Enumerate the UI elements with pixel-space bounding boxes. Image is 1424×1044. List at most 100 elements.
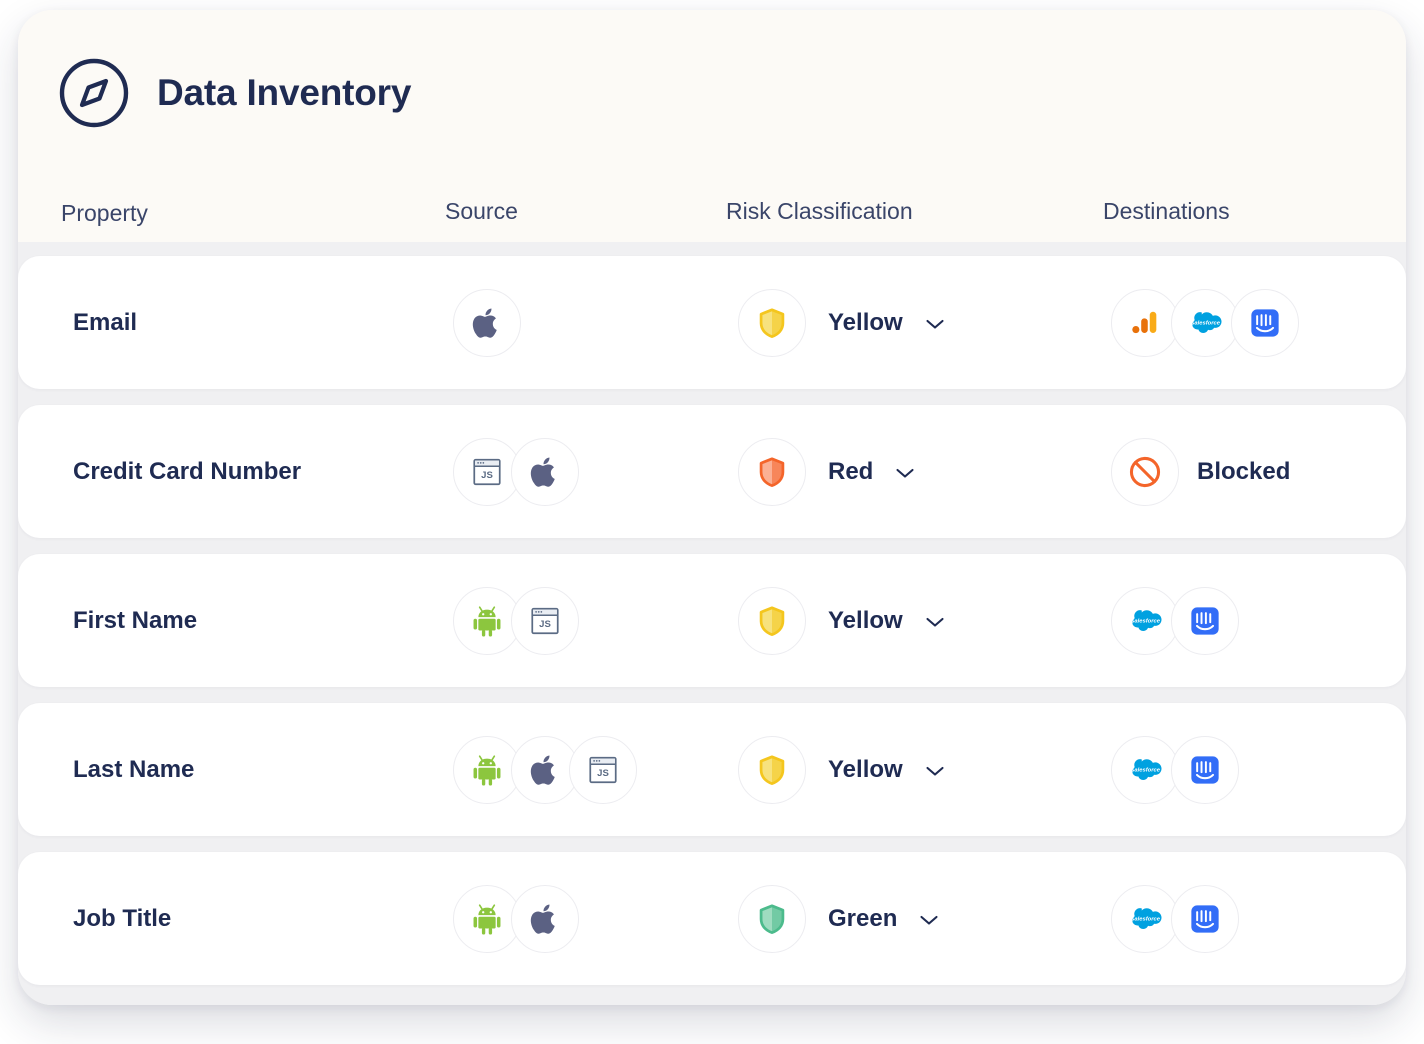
destinations-wrap: salesforce	[1111, 586, 1239, 655]
js-browser-icon: JS	[525, 601, 565, 641]
risk-classification-cell[interactable]: Yellow	[738, 703, 945, 836]
risk-classification-cell[interactable]: Yellow	[738, 554, 945, 687]
destination-intercom-chip[interactable]	[1171, 884, 1239, 953]
destinations-wrap: salesforce	[1111, 288, 1299, 357]
chevron-down-icon[interactable]	[895, 466, 915, 478]
destination-salesforce-chip[interactable]: salesforce	[1171, 288, 1239, 357]
source-apple-chip[interactable]	[511, 884, 579, 953]
column-header-risk: Risk Classification	[726, 198, 913, 224]
svg-text:salesforce: salesforce	[1131, 618, 1161, 624]
intercom-icon	[1245, 303, 1285, 343]
destination-icon-group: salesforce	[1111, 735, 1239, 804]
svg-text:salesforce: salesforce	[1131, 767, 1161, 773]
table-row[interactable]: First Name JS Yellow salesforce	[18, 554, 1406, 687]
column-header-source: Source	[445, 198, 518, 224]
source-icon-group	[453, 288, 521, 357]
intercom-icon	[1185, 750, 1225, 790]
table-row[interactable]: Email Yellow salesforce	[18, 256, 1406, 389]
chevron-down-icon[interactable]	[925, 764, 945, 776]
destinations-cell: salesforce	[1111, 852, 1239, 985]
google-analytics-icon	[1126, 304, 1164, 342]
risk-dropdown[interactable]: Yellow	[738, 288, 945, 357]
card-header: Data Inventory Property Source Risk Clas…	[18, 10, 1406, 258]
intercom-icon	[1185, 601, 1225, 641]
property-cell: Last Name	[73, 703, 194, 836]
destination-intercom-chip[interactable]	[1231, 288, 1299, 357]
risk-level-label: Yellow	[828, 755, 903, 783]
property-label: Credit Card Number	[73, 457, 302, 485]
risk-shield-chip	[738, 735, 806, 804]
table-row[interactable]: Credit Card Number JS Red Blocked	[18, 405, 1406, 538]
blocked-chip	[1111, 437, 1179, 506]
screenshot-stage: Data Inventory Property Source Risk Clas…	[0, 0, 1424, 1044]
column-header-property: Property	[61, 200, 148, 226]
risk-dropdown[interactable]: Yellow	[738, 735, 945, 804]
svg-text:JS: JS	[597, 768, 609, 779]
risk-shield-chip	[738, 884, 806, 953]
svg-text:JS: JS	[481, 470, 493, 481]
source-cell: JS	[453, 405, 579, 538]
svg-text:JS: JS	[539, 619, 551, 630]
risk-shield-chip	[738, 437, 806, 506]
data-inventory-card: Data Inventory Property Source Risk Clas…	[18, 10, 1406, 1005]
risk-classification-cell[interactable]: Green	[738, 852, 939, 985]
destination-intercom-chip[interactable]	[1171, 586, 1239, 655]
table-row[interactable]: Last Name JS Yellow salesforce	[18, 703, 1406, 836]
destinations-wrap: salesforce	[1111, 884, 1239, 953]
source-cell: JS	[453, 554, 579, 687]
shield-yellow-icon	[752, 303, 792, 343]
source-js-browser-chip[interactable]: JS	[511, 586, 579, 655]
android-icon	[468, 751, 506, 789]
destination-salesforce-chip[interactable]: salesforce	[1111, 884, 1179, 953]
title-row: Data Inventory	[57, 56, 411, 130]
js-browser-icon: JS	[467, 452, 507, 492]
android-icon	[468, 602, 506, 640]
shield-green-icon	[752, 899, 792, 939]
destination-icon-group: salesforce	[1111, 586, 1239, 655]
inventory-rows: Email Yellow salesforce Credit Card Number J…	[18, 242, 1406, 1005]
property-label: Job Title	[73, 904, 172, 932]
risk-dropdown[interactable]: Green	[738, 884, 939, 953]
js-browser-icon: JS	[583, 750, 623, 790]
apple-icon	[467, 303, 507, 343]
source-js-browser-chip[interactable]: JS	[569, 735, 637, 804]
destination-icon-group: salesforce	[1111, 288, 1299, 357]
destination-salesforce-chip[interactable]: salesforce	[1111, 735, 1179, 804]
property-label: First Name	[73, 606, 198, 634]
risk-shield-chip	[738, 288, 806, 357]
risk-dropdown[interactable]: Yellow	[738, 586, 945, 655]
property-cell: Credit Card Number	[73, 405, 301, 538]
destination-google-analytics-chip[interactable]	[1111, 288, 1179, 357]
chevron-down-icon[interactable]	[925, 615, 945, 627]
compass-icon	[57, 56, 131, 130]
blocked-icon	[1124, 451, 1166, 493]
risk-level-label: Red	[828, 457, 874, 485]
risk-dropdown[interactable]: Red	[738, 437, 915, 506]
destinations-cell: salesforce	[1111, 703, 1239, 836]
blocked-label: Blocked	[1197, 457, 1291, 485]
destinations-wrap: Blocked	[1111, 437, 1291, 506]
salesforce-icon: salesforce	[1124, 898, 1166, 940]
property-label: Email	[73, 308, 138, 336]
destination-salesforce-chip[interactable]: salesforce	[1111, 586, 1179, 655]
destination-icon-group: salesforce	[1111, 884, 1239, 953]
source-apple-chip[interactable]	[511, 437, 579, 506]
risk-classification-cell[interactable]: Red	[738, 405, 915, 538]
risk-classification-cell[interactable]: Yellow	[738, 256, 945, 389]
chevron-down-icon[interactable]	[925, 317, 945, 329]
destinations-cell: salesforce	[1111, 554, 1239, 687]
destinations-cell: Blocked	[1111, 405, 1290, 538]
property-cell: Email	[73, 256, 137, 389]
salesforce-icon: salesforce	[1124, 600, 1166, 642]
source-icon-group: JS	[453, 735, 637, 804]
source-icon-group	[453, 884, 579, 953]
svg-text:salesforce: salesforce	[1131, 916, 1161, 922]
android-icon	[468, 900, 506, 938]
risk-level-label: Yellow	[828, 606, 903, 634]
risk-shield-chip	[738, 586, 806, 655]
source-icon-group: JS	[453, 586, 579, 655]
table-row[interactable]: Job Title Green salesforce	[18, 852, 1406, 985]
source-apple-chip[interactable]	[453, 288, 521, 357]
chevron-down-icon[interactable]	[919, 913, 939, 925]
destination-intercom-chip[interactable]	[1171, 735, 1239, 804]
